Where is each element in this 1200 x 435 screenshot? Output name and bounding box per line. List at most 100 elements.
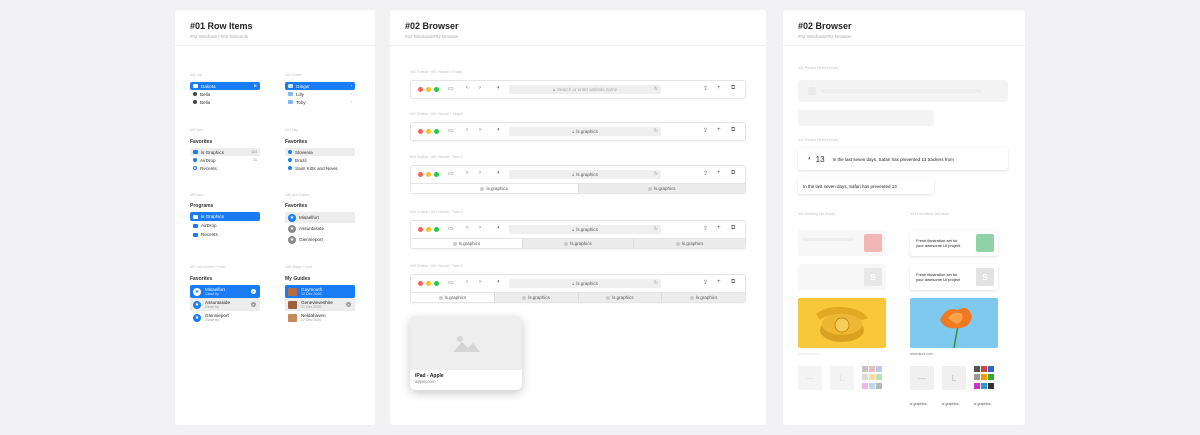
share-icon[interactable]: ⇪ <box>703 85 708 92</box>
browser-tab[interactable]: ls.graphics <box>662 293 745 302</box>
browser-tab[interactable]: ls.graphics <box>411 184 579 193</box>
flower-image[interactable] <box>910 298 998 348</box>
address-bar[interactable]: 🔒︎ ls.graphics ↻ <box>509 127 661 136</box>
tabs-overview-icon[interactable]: ⧉ <box>731 170 735 177</box>
close-window-button[interactable] <box>418 281 423 286</box>
address-bar[interactable]: 🔒︎ ls.graphics ↻ <box>509 170 661 179</box>
location-row[interactable]: ★ Assuntaside Close by ✕ <box>190 298 260 311</box>
tag-item[interactable]: Saint Kitts and Nevis <box>285 164 355 172</box>
close-icon[interactable]: ✕ <box>251 302 256 307</box>
browser-tab[interactable]: ls.graphics <box>578 184 745 193</box>
privacy-shield-icon[interactable]: ◐ <box>497 225 501 231</box>
browser-tab[interactable]: ls.graphics <box>411 239 523 248</box>
new-tab-icon[interactable]: + <box>717 127 721 133</box>
icon-button-row[interactable]: ★ Glennieport <box>285 234 355 245</box>
new-tab-icon[interactable]: + <box>717 170 721 176</box>
new-tab-icon[interactable]: + <box>717 279 721 285</box>
sidebar-icon[interactable]: ▭ <box>448 85 454 92</box>
browser-tab[interactable]: ls.graphics <box>494 293 579 302</box>
privacy-report-card[interactable]: In the last seven days, Safari has preve… <box>798 178 934 194</box>
folder-row[interactable]: Lilly › <box>285 90 355 98</box>
minimize-window-button[interactable] <box>426 129 431 134</box>
sidebar-icon[interactable]: ▭ <box>448 225 454 232</box>
tabs-overview-icon[interactable]: ⧉ <box>731 279 735 286</box>
guide-row[interactable]: Genevieveshire 21 Dec 2020 ✕ <box>285 298 355 311</box>
forward-icon[interactable]: › <box>479 127 481 133</box>
privacy-shield-icon[interactable]: ◐ <box>497 127 501 133</box>
new-tab-icon[interactable]: + <box>717 85 721 91</box>
new-tab-icon[interactable]: + <box>717 225 721 231</box>
zoom-window-button[interactable] <box>434 281 439 286</box>
close-icon[interactable]: ✕ <box>346 302 351 307</box>
browser-tab[interactable]: ls.graphics <box>578 293 663 302</box>
location-row[interactable]: ★ Misaelfurt Close by ✕ <box>190 285 260 298</box>
forward-icon[interactable]: › <box>479 85 481 91</box>
forward-icon[interactable]: › <box>479 170 481 176</box>
sidebar-item[interactable]: ls Graphics 123 <box>190 148 260 156</box>
zoom-window-button[interactable] <box>434 87 439 92</box>
tabs-overview-icon[interactable]: ⧉ <box>731 225 735 232</box>
browser-tab[interactable]: ls.graphics <box>411 293 495 302</box>
guide-row[interactable]: Neldahaven 07 Dec 2020 <box>285 311 355 324</box>
privacy-report-card[interactable]: ◐ 13 In the last seven days, Safari has … <box>798 148 1008 170</box>
sidebar-item[interactable]: AirDrop <box>190 221 260 230</box>
address-bar[interactable]: 🔒︎ Search or enter website name ↻ <box>509 85 661 94</box>
privacy-shield-icon[interactable]: ◐ <box>497 85 501 91</box>
browser-tab[interactable]: ls.graphics <box>634 239 746 248</box>
favorite-tile[interactable]: — <box>910 366 934 390</box>
tag-item[interactable]: Slovenia <box>285 148 355 156</box>
share-icon[interactable]: ⇪ <box>703 279 708 286</box>
close-window-button[interactable] <box>418 227 423 232</box>
tab-preview-card[interactable]: iPad - Apple apple.com <box>410 316 522 390</box>
close-window-button[interactable] <box>418 87 423 92</box>
list-item[interactable]: Dakota ⌘ <box>190 82 260 90</box>
share-icon[interactable]: ⇪ <box>703 127 708 134</box>
reload-icon[interactable]: ↻ <box>654 226 658 232</box>
privacy-shield-icon[interactable]: ◐ <box>497 170 501 176</box>
forward-icon[interactable]: › <box>479 279 481 285</box>
close-window-button[interactable] <box>418 129 423 134</box>
back-icon[interactable]: ‹ <box>466 225 468 231</box>
icon-button-row[interactable]: ★ Misaelfurt <box>285 212 355 223</box>
reload-icon[interactable]: ↻ <box>654 280 658 286</box>
sidebar-item[interactable]: Recents <box>190 230 260 239</box>
phone-image[interactable] <box>798 298 886 348</box>
forward-icon[interactable]: › <box>479 225 481 231</box>
zoom-window-button[interactable] <box>434 129 439 134</box>
tabs-overview-icon[interactable]: ⧉ <box>731 127 735 134</box>
minimize-window-button[interactable] <box>426 172 431 177</box>
icon-button-row[interactable]: ★ Assuntaside <box>285 223 355 234</box>
app-grid-icon[interactable] <box>974 366 996 390</box>
sidebar-icon[interactable]: ▭ <box>448 279 454 286</box>
privacy-shield-icon[interactable]: ◐ <box>497 279 501 285</box>
sidebar-icon[interactable]: ▭ <box>448 170 454 177</box>
location-row[interactable]: ★ Glennieport Close by <box>190 311 260 324</box>
reload-icon[interactable]: ↻ <box>654 128 658 134</box>
back-icon[interactable]: ‹ <box>466 127 468 133</box>
back-icon[interactable]: ‹ <box>466 85 468 91</box>
close-window-button[interactable] <box>418 172 423 177</box>
zoom-window-button[interactable] <box>434 172 439 177</box>
minimize-window-button[interactable] <box>426 281 431 286</box>
reload-icon[interactable]: ↻ <box>654 171 658 177</box>
folder-row[interactable]: Ginger › <box>285 82 355 90</box>
folder-row[interactable]: Toby › <box>285 98 355 106</box>
tabs-overview-icon[interactable]: ⧉ <box>731 85 735 92</box>
address-bar[interactable]: 🔒︎ ls.graphics ↻ <box>509 279 661 288</box>
sidebar-item[interactable]: ls Graphics <box>190 212 260 221</box>
minimize-window-button[interactable] <box>426 87 431 92</box>
close-icon[interactable]: ✕ <box>251 289 256 294</box>
minimize-window-button[interactable] <box>426 227 431 232</box>
zoom-window-button[interactable] <box>434 227 439 232</box>
sidebar-item[interactable]: Recents <box>190 164 260 172</box>
favorites-card[interactable]: Fresh illustration set for your awesome U… <box>910 264 998 290</box>
back-icon[interactable]: ‹ <box>466 170 468 176</box>
list-item[interactable]: Bella <box>190 98 260 106</box>
share-icon[interactable]: ⇪ <box>703 225 708 232</box>
share-icon[interactable]: ⇪ <box>703 170 708 177</box>
browser-tab[interactable]: ls.graphics <box>522 239 635 248</box>
address-bar[interactable]: 🔒︎ ls.graphics ↻ <box>509 225 661 234</box>
back-icon[interactable]: ‹ <box>466 279 468 285</box>
favorite-tile[interactable]: L <box>942 366 966 390</box>
sidebar-icon[interactable]: ▭ <box>448 127 454 134</box>
